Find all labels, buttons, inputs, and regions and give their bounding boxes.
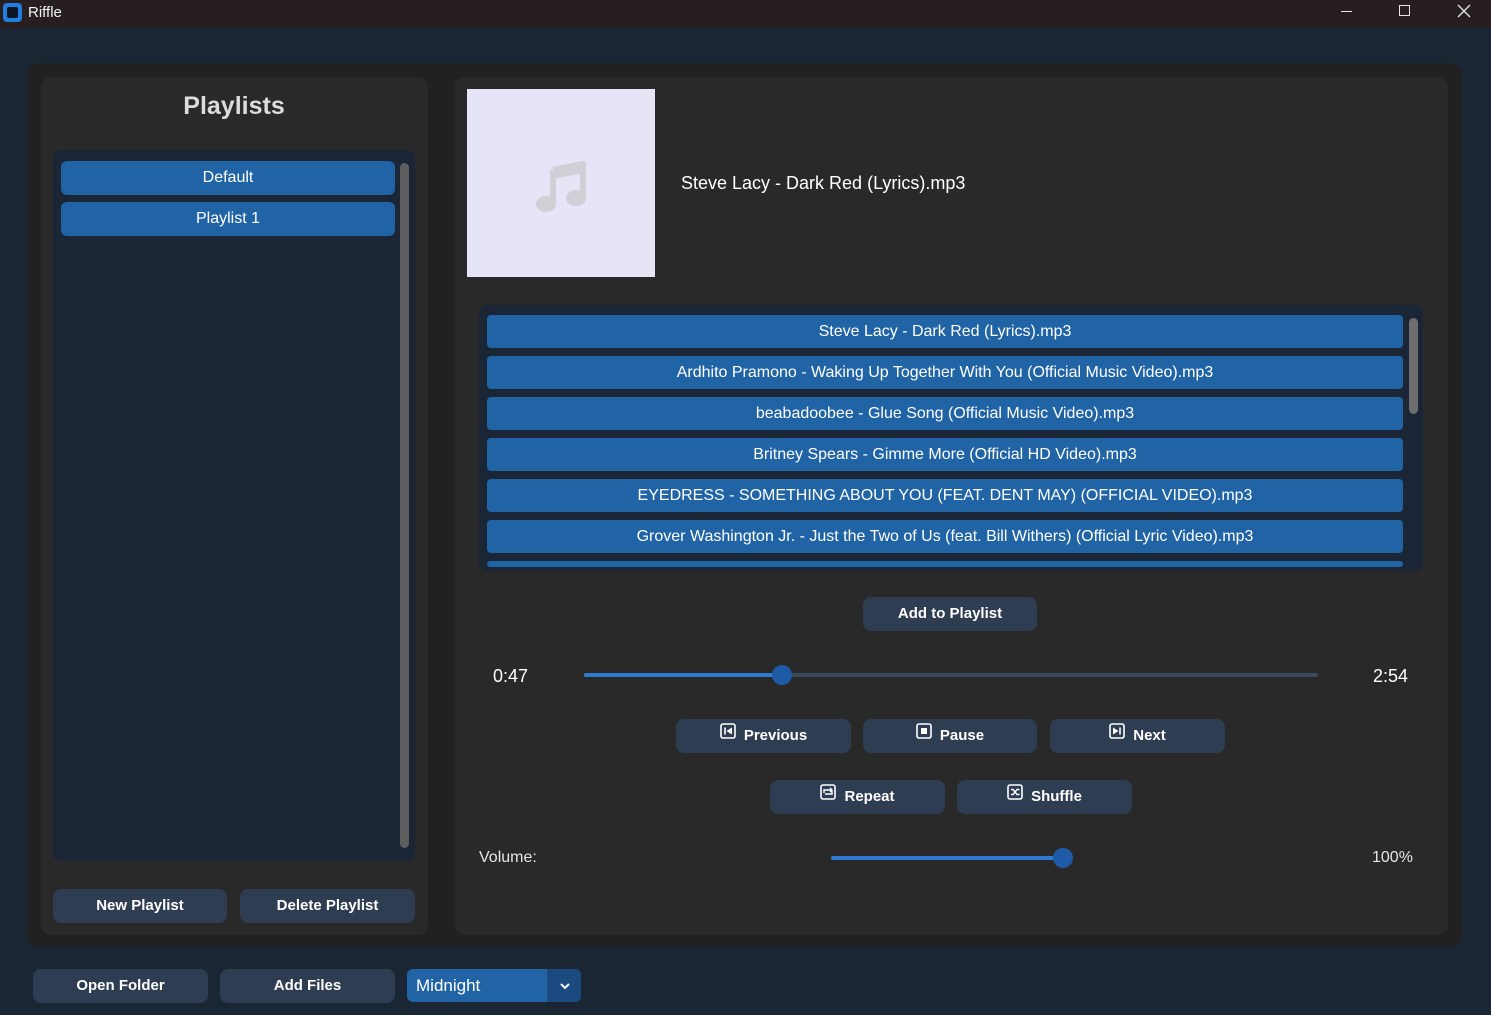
theme-dropdown[interactable]: Midnight bbox=[407, 969, 581, 1002]
track-item[interactable]: Grover Washington Jr. - Just the Two of … bbox=[487, 520, 1403, 553]
close-button[interactable] bbox=[1441, 0, 1487, 28]
add-to-playlist-button[interactable]: Add to Playlist bbox=[863, 597, 1037, 631]
volume-fill bbox=[831, 856, 1063, 860]
pause-label: Pause bbox=[939, 727, 985, 744]
previous-icon bbox=[720, 718, 736, 752]
chevron-down-icon bbox=[560, 983, 570, 990]
volume-value: 100% bbox=[1372, 849, 1413, 866]
track-list-scrollbar[interactable] bbox=[1409, 318, 1418, 414]
shuffle-icon bbox=[1007, 779, 1023, 813]
track-item[interactable]: Britney Spears - Gimme More (Official HD… bbox=[487, 438, 1403, 471]
repeat-label: Repeat bbox=[844, 788, 895, 805]
minimize-button[interactable] bbox=[1324, 0, 1370, 28]
window-title: Riffle bbox=[28, 4, 62, 21]
now-playing-title: Steve Lacy - Dark Red (Lyrics).mp3 bbox=[681, 173, 966, 193]
next-icon bbox=[1109, 718, 1126, 752]
music-note-icon bbox=[536, 161, 586, 212]
next-label: Next bbox=[1133, 727, 1166, 744]
playlists-title: Playlists bbox=[183, 92, 285, 120]
close-icon bbox=[1457, 4, 1471, 18]
minimize-icon bbox=[1341, 11, 1352, 12]
total-duration: 2:54 bbox=[1373, 666, 1409, 686]
delete-playlist-button[interactable]: Delete Playlist bbox=[240, 889, 415, 923]
repeat-icon bbox=[820, 779, 837, 813]
track-list: Steve Lacy - Dark Red (Lyrics).mp3 Ardhi… bbox=[479, 305, 1423, 571]
add-files-button[interactable]: Add Files bbox=[220, 969, 395, 1003]
next-button[interactable]: Next bbox=[1050, 719, 1225, 753]
track-item[interactable] bbox=[487, 561, 1403, 567]
playlist-list bbox=[53, 150, 415, 861]
volume-label: Volume: bbox=[479, 849, 537, 866]
maximize-icon bbox=[1399, 5, 1410, 16]
track-item[interactable]: beabadoobee - Glue Song (Official Music … bbox=[487, 397, 1403, 430]
app-icon bbox=[3, 3, 22, 22]
repeat-button[interactable]: Repeat bbox=[770, 780, 945, 814]
track-item[interactable]: Steve Lacy - Dark Red (Lyrics).mp3 bbox=[487, 315, 1403, 348]
track-item[interactable]: Ardhito Pramono - Waking Up Together Wit… bbox=[487, 356, 1403, 389]
playlist-item[interactable]: Default bbox=[61, 161, 395, 195]
open-folder-button[interactable]: Open Folder bbox=[33, 969, 208, 1003]
theme-dropdown-toggle[interactable] bbox=[547, 969, 581, 1002]
album-art bbox=[467, 89, 655, 277]
shuffle-label: Shuffle bbox=[1031, 788, 1082, 805]
track-item[interactable]: EYEDRESS - SOMETHING ABOUT YOU (FEAT. DE… bbox=[487, 479, 1403, 512]
progress-fill bbox=[584, 673, 783, 677]
playlist-item[interactable]: Playlist 1 bbox=[61, 202, 395, 236]
elapsed-time: 0:47 bbox=[493, 666, 529, 686]
previous-label: Previous bbox=[743, 727, 808, 744]
playlist-scrollbar[interactable] bbox=[400, 163, 409, 848]
pause-icon bbox=[916, 718, 932, 752]
pause-button[interactable]: Pause bbox=[863, 719, 1037, 753]
theme-value: Midnight bbox=[416, 976, 481, 995]
shuffle-button[interactable]: Shuffle bbox=[957, 780, 1132, 814]
previous-button[interactable]: Previous bbox=[676, 719, 851, 753]
new-playlist-button[interactable]: New Playlist bbox=[53, 889, 227, 923]
volume-slider-handle[interactable] bbox=[1053, 848, 1073, 868]
title-bar: Riffle bbox=[0, 0, 1491, 28]
maximize-button[interactable] bbox=[1382, 0, 1428, 28]
